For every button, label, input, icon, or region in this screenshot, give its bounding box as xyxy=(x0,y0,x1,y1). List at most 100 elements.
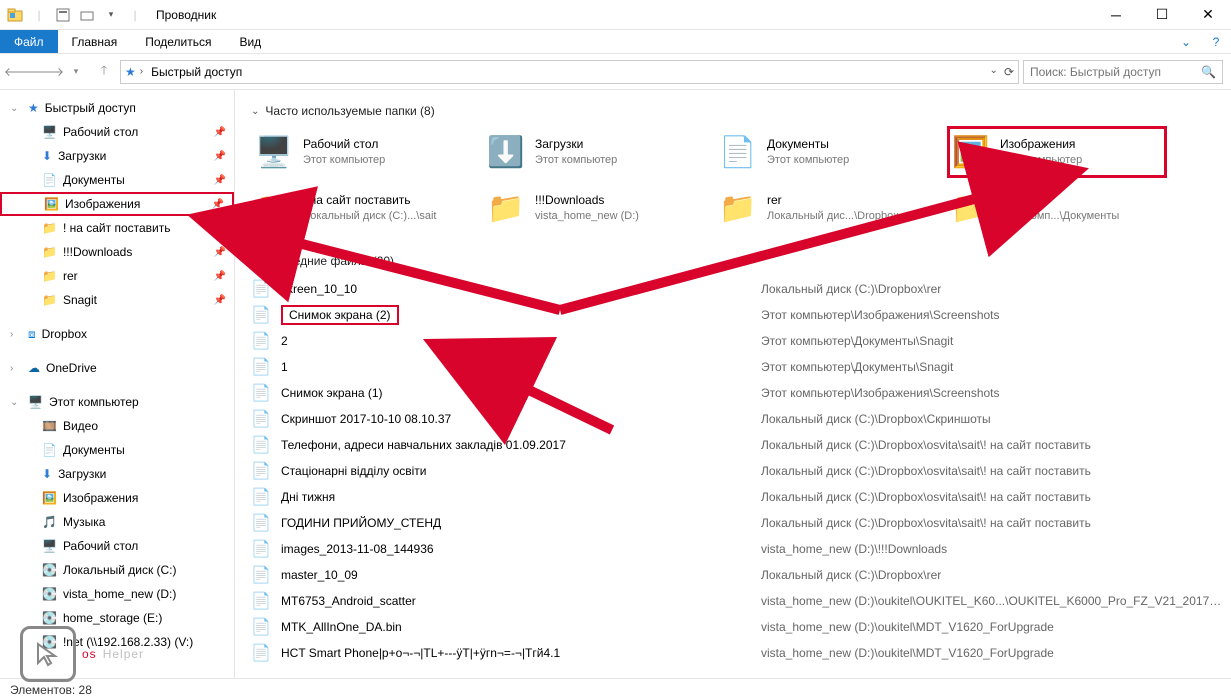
chevron-down-icon[interactable]: ⌄ xyxy=(10,397,18,408)
file-icon: 📄 xyxy=(251,513,271,533)
sidebar-item-folder[interactable]: 📁!!!Downloads📌 xyxy=(0,240,234,264)
explorer-icon[interactable] xyxy=(4,4,26,26)
chevron-down-icon[interactable]: ⌄ xyxy=(10,103,18,114)
pin-icon: 📌 xyxy=(214,295,226,306)
forward-button[interactable]: 🡒 xyxy=(36,60,60,84)
qat-dropdown-icon[interactable]: ▾ xyxy=(100,4,122,26)
tile-item[interactable]: 📁 ! на сайт поставить Локальный диск (C:… xyxy=(251,182,471,234)
up-button[interactable]: 🡑 xyxy=(92,60,116,84)
file-row[interactable]: 📄 Телефони, адреси навчальних закладів 0… xyxy=(251,432,1223,458)
address-dropdown-icon[interactable]: ⌄ xyxy=(990,65,998,79)
back-button[interactable]: 🡐 xyxy=(8,60,32,84)
file-row[interactable]: 📄 skreen_10_10 Локальный диск (C:)\Dropb… xyxy=(251,276,1223,302)
sidebar-onedrive[interactable]: ›☁OneDrive xyxy=(0,356,234,380)
file-location: Этот компьютер\Документы\Snagit xyxy=(761,360,1223,374)
tile-item[interactable]: 📁 rer Локальный дис...\Dropbox xyxy=(715,182,935,234)
sidebar-item-label: ! на сайт поставить xyxy=(63,221,171,235)
chevron-down-icon[interactable]: ⌄ xyxy=(251,106,259,117)
tile-item[interactable]: 🖥️ Рабочий стол Этот компьютер xyxy=(251,126,471,178)
sidebar-item-desktop[interactable]: 🖥️Рабочий стол📌 xyxy=(0,120,234,144)
file-row[interactable]: 📄 HCT Smart Phone|p+o¬-¬|TL+---ÿT|+ÿгn¬=… xyxy=(251,640,1223,666)
file-row[interactable]: 📄 Дні тижня Локальный диск (C:)\Dropbox\… xyxy=(251,484,1223,510)
sidebar-item-folder[interactable]: 📁! на сайт поставить📌 xyxy=(0,216,234,240)
sidebar-item-label: Изображения xyxy=(65,197,140,211)
file-location: vista_home_new (D:)\oukitel\MDT_V1620_Fo… xyxy=(761,646,1223,660)
tile-sub: Этот компьютер xyxy=(767,153,849,167)
music-icon: 🎵 xyxy=(42,515,57,529)
sidebar-item-label: Музыка xyxy=(63,515,105,529)
sidebar-item-network-drive[interactable]: 💽!net (\\192.168.2.33) (V:) xyxy=(0,630,234,654)
file-row[interactable]: 📄 Снимок экрана (2) Этот компьютер\Изобр… xyxy=(251,302,1223,328)
sidebar-item-music[interactable]: 🎵 Музыка xyxy=(0,510,234,534)
sidebar-item-desktop[interactable]: 🖥️Рабочий стол xyxy=(0,534,234,558)
section-header-recent[interactable]: ⌄ Последние файлы (20) xyxy=(251,248,1223,276)
search-input[interactable] xyxy=(1030,65,1201,79)
sidebar-quick-access[interactable]: ⌄ ★ Быстрый доступ xyxy=(0,96,234,120)
recent-dropdown[interactable]: ▾ xyxy=(64,60,88,84)
file-name: 2 xyxy=(281,334,751,348)
file-row[interactable]: 📄 ГОДИНИ ПРИЙОМУ_СТЕНД Локальный диск (C… xyxy=(251,510,1223,536)
chevron-right-icon[interactable]: › xyxy=(10,329,13,340)
sidebar-item-folder[interactable]: 📁rer📌 xyxy=(0,264,234,288)
properties-icon[interactable] xyxy=(52,4,74,26)
file-row[interactable]: 📄 master_10_09 Локальный диск (C:)\Dropb… xyxy=(251,562,1223,588)
ribbon-file-tab[interactable]: Файл xyxy=(0,30,58,53)
help-button[interactable]: ? xyxy=(1201,30,1231,53)
sidebar-item-pictures[interactable]: 🖼️Изображения xyxy=(0,486,234,510)
sidebar-item-downloads[interactable]: ⬇Загрузки📌 xyxy=(0,144,234,168)
ribbon-expand-button[interactable]: ⌄ xyxy=(1171,30,1201,53)
minimize-button[interactable]: ─ xyxy=(1093,0,1139,30)
pin-icon: 📌 xyxy=(214,151,226,162)
sidebar-item-drive-c[interactable]: 💽Локальный диск (C:) xyxy=(0,558,234,582)
sidebar-item-label: Документы xyxy=(63,173,125,187)
file-row[interactable]: 📄 1 Этот компьютер\Документы\Snagit xyxy=(251,354,1223,380)
sidebar-item-label: rer xyxy=(63,269,78,283)
tile-item[interactable]: 📁 Snagit Этот комп...\Документы xyxy=(947,182,1167,234)
ribbon-home-tab[interactable]: Главная xyxy=(58,30,132,53)
sidebar-item-documents[interactable]: 📄Документы📌 xyxy=(0,168,234,192)
file-name: Телефони, адреси навчальних закладів 01.… xyxy=(281,438,751,452)
chevron-right-icon[interactable]: › xyxy=(10,363,13,374)
file-row[interactable]: 📄 Стаціонарні відділу освіти Локальный д… xyxy=(251,458,1223,484)
breadcrumb-root[interactable]: Быстрый доступ xyxy=(147,65,246,79)
sidebar-item-drive-e[interactable]: 💽home_storage (E:) xyxy=(0,606,234,630)
recent-files: 📄 skreen_10_10 Локальный диск (C:)\Dropb… xyxy=(251,276,1223,666)
tile-name: !!!Downloads xyxy=(535,193,639,209)
sidebar-this-pc[interactable]: ⌄🖥️Этот компьютер xyxy=(0,390,234,414)
sidebar-item-downloads[interactable]: ⬇Загрузки xyxy=(0,462,234,486)
sidebar-item-pictures[interactable]: 🖼️Изображения📌 xyxy=(0,192,234,216)
file-name: Дні тижня xyxy=(281,490,751,504)
ribbon-view-tab[interactable]: Вид xyxy=(225,30,275,53)
chevron-right-icon: › xyxy=(140,66,143,77)
sidebar-item-videos[interactable]: 🎞️Видео xyxy=(0,414,234,438)
tile-item[interactable]: 🖼️ Изображения Этот компьютер xyxy=(947,126,1167,178)
tile-item[interactable]: ⬇️ Загрузки Этот компьютер xyxy=(483,126,703,178)
section-header-frequent[interactable]: ⌄ Часто используемые папки (8) xyxy=(251,98,1223,126)
file-row[interactable]: 📄 Скриншот 2017-10-10 08.10.37 Локальный… xyxy=(251,406,1223,432)
new-folder-icon[interactable] xyxy=(76,4,98,26)
file-row[interactable]: 📄 Снимок экрана (1) Этот компьютер\Изобр… xyxy=(251,380,1223,406)
ribbon-share-tab[interactable]: Поделиться xyxy=(131,30,225,53)
search-icon[interactable]: 🔍 xyxy=(1201,65,1216,79)
file-name: Снимок экрана (1) xyxy=(281,386,751,400)
file-row[interactable]: 📄 MTK_AllInOne_DA.bin vista_home_new (D:… xyxy=(251,614,1223,640)
video-icon: 🎞️ xyxy=(42,419,57,433)
sidebar-item-drive-d[interactable]: 💽vista_home_new (D:) xyxy=(0,582,234,606)
tile-item[interactable]: 📄 Документы Этот компьютер xyxy=(715,126,935,178)
sidebar-item-folder[interactable]: 📁Snagit📌 xyxy=(0,288,234,312)
chevron-down-icon[interactable]: ⌄ xyxy=(251,256,259,267)
tile-item[interactable]: 📁 !!!Downloads vista_home_new (D:) xyxy=(483,182,703,234)
sidebar-item-documents[interactable]: 📄Документы xyxy=(0,438,234,462)
maximize-button[interactable]: ☐ xyxy=(1139,0,1185,30)
address-bar[interactable]: ★ › Быстрый доступ ⌄ ⟳ xyxy=(120,60,1019,84)
file-name: Снимок экрана (2) xyxy=(281,305,751,325)
close-button[interactable]: ✕ xyxy=(1185,0,1231,30)
refresh-icon[interactable]: ⟳ xyxy=(1004,65,1014,79)
quick-access-star-icon: ★ xyxy=(125,65,136,79)
file-row[interactable]: 📄 2 Этот компьютер\Документы\Snagit xyxy=(251,328,1223,354)
file-row[interactable]: 📄 images_2013-11-08_144936 vista_home_ne… xyxy=(251,536,1223,562)
file-row[interactable]: 📄 MT6753_Android_scatter vista_home_new … xyxy=(251,588,1223,614)
pin-icon: 📌 xyxy=(214,223,226,234)
sidebar-dropbox[interactable]: ›⧈Dropbox xyxy=(0,322,234,346)
search-box[interactable]: 🔍 xyxy=(1023,60,1223,84)
